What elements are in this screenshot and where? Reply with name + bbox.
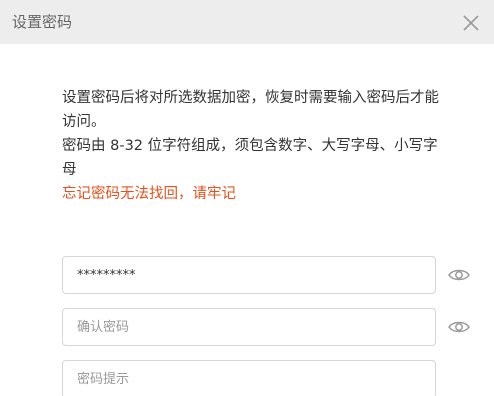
- confirm-password-input[interactable]: [62, 308, 436, 346]
- dialog-description: 设置密码后将对所选数据加密，恢复时需要输入密码后才能访问。 密码由 8-32 位…: [62, 86, 442, 206]
- password-input[interactable]: [62, 256, 436, 294]
- password-hint-input[interactable]: [62, 360, 436, 396]
- forget-warning: 忘记密码无法找回，请牢记: [62, 186, 236, 202]
- close-icon[interactable]: [460, 12, 482, 34]
- eye-icon[interactable]: [447, 266, 471, 284]
- dialog-titlebar: 设置密码: [0, 0, 494, 44]
- dialog-title: 设置密码: [12, 13, 73, 31]
- password-rules: 密码由 8-32 位字符组成，须包含数字、大写字母、小写字母: [62, 138, 438, 178]
- set-password-dialog: 设置密码 设置密码后将对所选数据加密，恢复时需要输入密码后才能访问。 密码由 8…: [0, 0, 494, 396]
- encryption-notice: 设置密码后将对所选数据加密，恢复时需要输入密码后才能访问。: [62, 90, 439, 130]
- eye-icon[interactable]: [447, 318, 471, 336]
